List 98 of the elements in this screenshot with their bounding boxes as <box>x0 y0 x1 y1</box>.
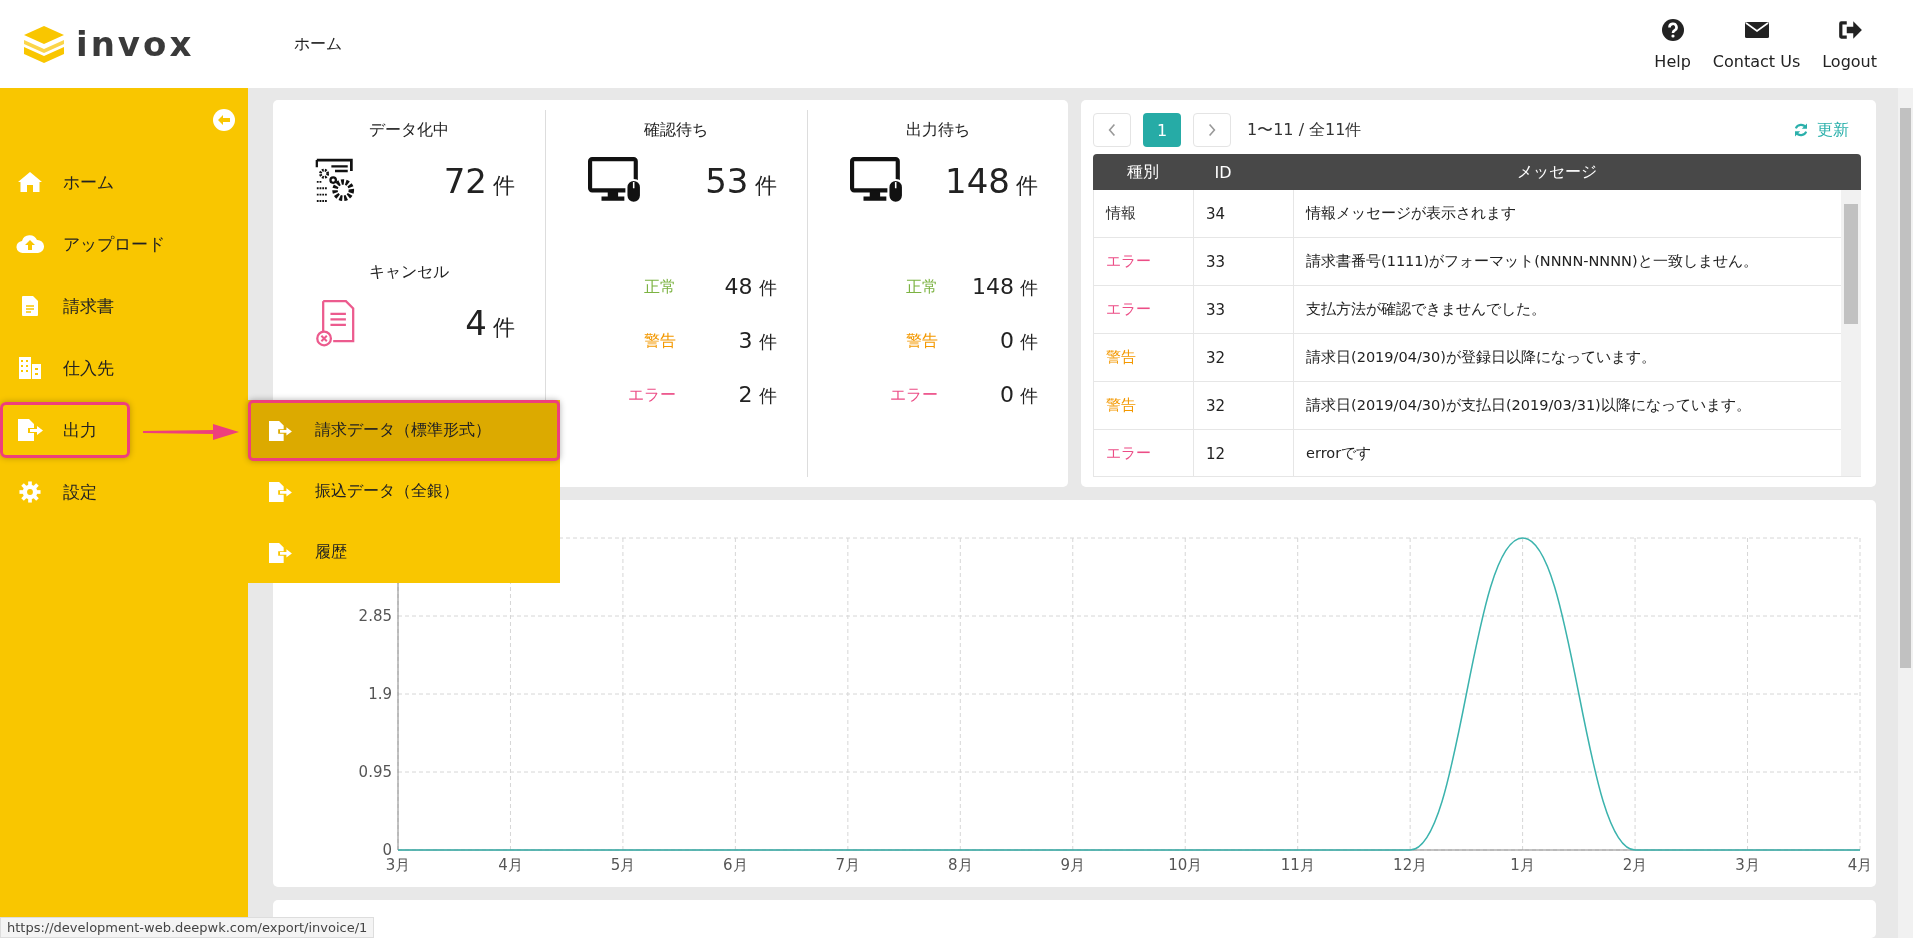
table-cell-text: 支払方法が確認できませんでした。 <box>1305 300 1547 319</box>
status-count: 48 件 <box>724 274 777 300</box>
chevron-left-icon <box>1108 123 1116 137</box>
column-header: メッセージ <box>1516 161 1598 183</box>
status-count: 2 件 <box>738 382 777 408</box>
status-label: エラー <box>627 384 676 406</box>
table-cell: エラー <box>1094 430 1194 476</box>
sidebar-item[interactable]: ホーム <box>0 154 147 210</box>
scrollbar[interactable] <box>1841 190 1861 476</box>
stat-count: 53 件 <box>705 161 777 201</box>
x-tick-label: 7月 <box>835 856 861 874</box>
table-cell-text: 請求日(2019/04/30)が登録日以降になっています。 <box>1305 348 1657 367</box>
file-export-icon <box>16 418 44 442</box>
computer-icon <box>849 157 904 205</box>
status-label: エラー <box>888 384 938 406</box>
status-count: 0 件 <box>1000 382 1038 408</box>
building-icon <box>18 356 42 380</box>
computer-icon <box>588 157 642 205</box>
cancelled-document-icon <box>315 299 355 347</box>
x-tick-label: 2月 <box>1622 856 1648 874</box>
file-export-icon <box>267 480 293 503</box>
x-tick-label: 10月 <box>1168 856 1203 874</box>
table-cell: 12 <box>1194 430 1294 476</box>
header-action-button[interactable]: Help <box>1654 17 1691 71</box>
logo-icon <box>22 24 66 64</box>
stat-title: データ化中 <box>369 119 449 141</box>
x-tick-label: 8月 <box>948 856 973 874</box>
table-cell: 情報 <box>1094 190 1194 237</box>
stat-title: 確認待ち <box>644 119 709 141</box>
status-label: 警告 <box>904 330 938 352</box>
previous-page-button[interactable] <box>1093 113 1131 147</box>
status-label: 正常 <box>643 276 676 298</box>
page-range: 1〜11 / 全11件 <box>1247 119 1362 141</box>
collapse-icon[interactable] <box>212 108 236 132</box>
status-count: 0 件 <box>1000 328 1038 354</box>
status-label: 警告 <box>643 330 676 352</box>
x-tick-label: 11月 <box>1280 856 1315 874</box>
table-cell-text: 情報メッセージが表示されます <box>1304 204 1517 223</box>
sidebar-item[interactable]: 出力 <box>0 402 130 458</box>
sidebar-item[interactable]: アップロード <box>0 216 198 272</box>
sidebar-item[interactable]: 請求書 <box>0 278 147 334</box>
column-header: ID <box>1213 162 1233 182</box>
table-cell-text: errorです <box>1305 444 1373 463</box>
status-label: 正常 <box>904 276 938 298</box>
table-cell: 32 <box>1194 334 1294 381</box>
x-tick-label: 3月 <box>385 856 411 874</box>
y-tick-label: 0.95 <box>358 763 392 781</box>
cloud-upload-icon <box>16 234 44 254</box>
x-tick-label: 6月 <box>723 856 748 874</box>
x-tick-label: 3月 <box>1735 856 1760 874</box>
y-tick-label: 2.85 <box>358 607 392 625</box>
chevron-right-icon <box>1208 123 1216 137</box>
breadcrumb: ホーム <box>294 33 342 55</box>
status-count: 148 件 <box>972 274 1038 300</box>
x-tick-label: 1月 <box>1510 856 1535 874</box>
submenu-item[interactable]: 請求データ（標準形式） <box>248 400 560 461</box>
header-action-button[interactable]: Logout <box>1822 17 1877 71</box>
y-tick-label: 0 <box>382 841 392 859</box>
refresh-icon <box>1793 122 1809 138</box>
scrollbar[interactable] <box>1898 88 1913 938</box>
table-cell: 34 <box>1194 190 1294 237</box>
y-tick-label: 1.9 <box>368 685 392 703</box>
x-tick-label: 4月 <box>1847 856 1873 874</box>
table-cell: 32 <box>1194 382 1294 429</box>
table-cell: 警告 <box>1094 382 1194 429</box>
help-icon <box>1659 17 1686 42</box>
table-cell: 33 <box>1194 238 1294 285</box>
x-tick-label: 5月 <box>610 856 636 874</box>
column-header: 種別 <box>1126 161 1160 183</box>
stat-count: 4 件 <box>465 303 515 343</box>
table-cell: 33 <box>1194 286 1294 333</box>
table-cell-text: 請求日(2019/04/30)が支払日(2019/03/31)以降になっています。 <box>1305 396 1752 415</box>
header-action-button[interactable]: Contact Us <box>1712 17 1801 71</box>
status-count: 3 件 <box>738 328 777 354</box>
logo-text: invox <box>76 24 195 64</box>
table-cell: エラー <box>1094 238 1194 285</box>
table-cell: 警告 <box>1094 334 1194 381</box>
next-page-button[interactable] <box>1193 113 1231 147</box>
stat-count: 148 件 <box>945 161 1038 201</box>
document-icon <box>21 295 39 317</box>
file-export-icon <box>267 419 293 442</box>
submenu-item[interactable]: 履歴 <box>248 522 560 583</box>
stat-title: 出力待ち <box>905 119 970 141</box>
settings-icon <box>19 481 41 503</box>
stat-count: 72 件 <box>443 161 515 201</box>
stat-title: キャンセル <box>369 261 449 283</box>
x-tick-label: 4月 <box>498 856 523 874</box>
table-cell-text: 請求書番号(1111)がフォーマット(NNNN-NNNN)と一致しません。 <box>1305 252 1759 271</box>
status-url: https://development-web.deepwk.com/export/invoice/1 <box>0 917 375 938</box>
x-tick-label: 12月 <box>1393 856 1428 874</box>
data-processing-icon <box>315 157 355 205</box>
table-cell: エラー <box>1094 286 1194 333</box>
home-icon <box>17 171 43 193</box>
sidebar-item[interactable]: 設定 <box>0 464 130 520</box>
submenu-item[interactable]: 振込データ（全銀） <box>248 461 560 522</box>
file-export-icon <box>267 541 293 564</box>
x-tick-label: 9月 <box>1060 856 1086 874</box>
sidebar-item[interactable]: 仕入先 <box>0 340 147 396</box>
